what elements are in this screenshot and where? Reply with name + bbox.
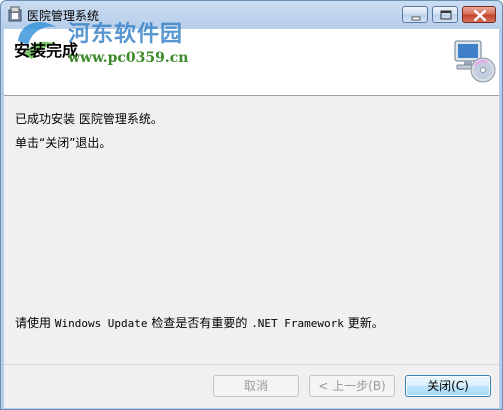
window-close-button[interactable]	[462, 6, 496, 23]
close-button[interactable]: 关闭(C)	[405, 375, 491, 397]
update-notice-middle: 检查是否有重要的	[147, 316, 252, 330]
update-notice-prefix: 请使用	[15, 316, 55, 330]
cancel-button[interactable]: 取消	[213, 375, 299, 397]
maximize-icon	[440, 10, 452, 20]
minimize-icon	[411, 16, 421, 21]
dotnet-framework-text: .NET Framework	[251, 317, 344, 330]
watermark-url: www.pc0359.cn	[68, 50, 189, 66]
update-notice: 请使用 Windows Update 检查是否有重要的 .NET Framewo…	[15, 314, 384, 331]
back-button[interactable]: < 上一步(B)	[309, 375, 395, 397]
success-message: 已成功安装 医院管理系统。	[15, 112, 163, 126]
watermark-site-name: 河东软件园	[68, 21, 184, 47]
close-icon	[473, 9, 487, 22]
installer-window: 医院管理系统 河东软件园 安装完成 www.pc0359.cn 已成功安装 医院…	[0, 0, 503, 410]
wizard-header: 河东软件园 安装完成 www.pc0359.cn	[4, 21, 499, 96]
wizard-content: 已成功安装 医院管理系统。 单击“关闭”退出。 请使用 Windows Upda…	[4, 96, 499, 364]
maximize-button[interactable]	[432, 6, 458, 23]
windows-update-text: Windows Update	[54, 317, 148, 330]
update-notice-suffix: 更新。	[343, 316, 384, 330]
computer-with-disc-icon	[454, 40, 496, 83]
wizard-footer: 取消 < 上一步(B) 关闭(C)	[4, 364, 499, 408]
minimize-button[interactable]	[402, 6, 428, 23]
close-instruction: 单击“关闭”退出。	[15, 136, 112, 150]
